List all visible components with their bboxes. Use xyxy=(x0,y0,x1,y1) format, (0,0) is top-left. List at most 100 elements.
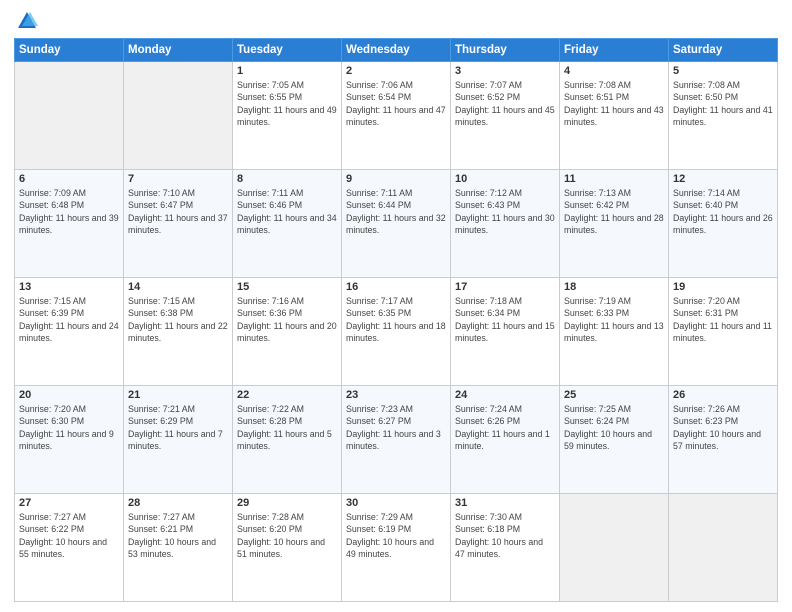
day-info: Sunrise: 7:20 AM Sunset: 6:31 PM Dayligh… xyxy=(673,295,773,344)
day-info: Sunrise: 7:29 AM Sunset: 6:19 PM Dayligh… xyxy=(346,511,446,560)
day-of-week-header: Thursday xyxy=(451,39,560,62)
day-info: Sunrise: 7:19 AM Sunset: 6:33 PM Dayligh… xyxy=(564,295,664,344)
day-number: 13 xyxy=(19,281,119,293)
calendar-cell: 31 Sunrise: 7:30 AM Sunset: 6:18 PM Dayli… xyxy=(451,494,560,602)
calendar-cell: 2 Sunrise: 7:06 AM Sunset: 6:54 PM Daylig… xyxy=(342,62,451,170)
calendar-cell: 29 Sunrise: 7:28 AM Sunset: 6:20 PM Dayli… xyxy=(233,494,342,602)
calendar-cell: 19 Sunrise: 7:20 AM Sunset: 6:31 PM Dayli… xyxy=(669,278,778,386)
day-of-week-header: Monday xyxy=(124,39,233,62)
calendar-week-row: 13Sunrise: 7:15 AM Sunset: 6:39 PM Dayli… xyxy=(15,278,778,386)
calendar-cell xyxy=(669,494,778,602)
calendar-cell: 16Sunrise: 7:17 AM Sunset: 6:35 PM Dayli… xyxy=(342,278,451,386)
day-info: Sunrise: 7:26 AM Sunset: 6:23 PM Dayligh… xyxy=(673,403,773,452)
calendar-cell: 9Sunrise: 7:11 AM Sunset: 6:44 PM Daylig… xyxy=(342,170,451,278)
day-number: 21 xyxy=(128,389,228,401)
calendar-week-row: 27 Sunrise: 7:27 AM Sunset: 6:22 PM Dayli… xyxy=(15,494,778,602)
day-info: Sunrise: 7:12 AM Sunset: 6:43 PM Dayligh… xyxy=(455,187,555,236)
day-number: 31 xyxy=(455,497,555,509)
day-number: 12 xyxy=(673,173,773,185)
calendar-cell: 28Sunrise: 7:27 AM Sunset: 6:21 PM Dayli… xyxy=(124,494,233,602)
calendar-cell: 27 Sunrise: 7:27 AM Sunset: 6:22 PM Dayli… xyxy=(15,494,124,602)
logo-icon xyxy=(16,10,38,32)
calendar-cell: 1 Sunrise: 7:05 AM Sunset: 6:55 PM Daylig… xyxy=(233,62,342,170)
day-info: Sunrise: 7:18 AM Sunset: 6:34 PM Dayligh… xyxy=(455,295,555,344)
day-info: Sunrise: 7:16 AM Sunset: 6:36 PM Dayligh… xyxy=(237,295,337,344)
day-info: Sunrise: 7:28 AM Sunset: 6:20 PM Dayligh… xyxy=(237,511,337,560)
day-info: Sunrise: 7:11 AM Sunset: 6:46 PM Dayligh… xyxy=(237,187,337,236)
day-info: Sunrise: 7:08 AM Sunset: 6:50 PM Dayligh… xyxy=(673,79,773,128)
day-number: 19 xyxy=(673,281,773,293)
day-of-week-header: Sunday xyxy=(15,39,124,62)
calendar-cell xyxy=(15,62,124,170)
calendar-cell: 6Sunrise: 7:09 AM Sunset: 6:48 PM Daylig… xyxy=(15,170,124,278)
day-number: 15 xyxy=(237,281,337,293)
day-info: Sunrise: 7:23 AM Sunset: 6:27 PM Dayligh… xyxy=(346,403,446,452)
calendar-header-row: SundayMondayTuesdayWednesdayThursdayFrid… xyxy=(15,39,778,62)
day-number: 26 xyxy=(673,389,773,401)
day-number: 8 xyxy=(237,173,337,185)
page: SundayMondayTuesdayWednesdayThursdayFrid… xyxy=(0,0,792,612)
day-number: 20 xyxy=(19,389,119,401)
calendar-cell: 23 Sunrise: 7:23 AM Sunset: 6:27 PM Dayli… xyxy=(342,386,451,494)
calendar-cell: 26 Sunrise: 7:26 AM Sunset: 6:23 PM Dayli… xyxy=(669,386,778,494)
calendar-cell: 15 Sunrise: 7:16 AM Sunset: 6:36 PM Dayli… xyxy=(233,278,342,386)
day-number: 10 xyxy=(455,173,555,185)
day-number: 22 xyxy=(237,389,337,401)
day-number: 2 xyxy=(346,65,446,77)
calendar-table: SundayMondayTuesdayWednesdayThursdayFrid… xyxy=(14,38,778,602)
calendar-week-row: 1 Sunrise: 7:05 AM Sunset: 6:55 PM Daylig… xyxy=(15,62,778,170)
calendar-cell: 13Sunrise: 7:15 AM Sunset: 6:39 PM Dayli… xyxy=(15,278,124,386)
calendar-cell: 3Sunrise: 7:07 AM Sunset: 6:52 PM Daylig… xyxy=(451,62,560,170)
calendar-cell: 22Sunrise: 7:22 AM Sunset: 6:28 PM Dayli… xyxy=(233,386,342,494)
calendar-cell: 21 Sunrise: 7:21 AM Sunset: 6:29 PM Dayli… xyxy=(124,386,233,494)
calendar-cell: 4 Sunrise: 7:08 AM Sunset: 6:51 PM Daylig… xyxy=(560,62,669,170)
day-number: 29 xyxy=(237,497,337,509)
day-info: Sunrise: 7:06 AM Sunset: 6:54 PM Dayligh… xyxy=(346,79,446,128)
calendar-cell: 7 Sunrise: 7:10 AM Sunset: 6:47 PM Daylig… xyxy=(124,170,233,278)
day-info: Sunrise: 7:07 AM Sunset: 6:52 PM Dayligh… xyxy=(455,79,555,128)
calendar-cell: 8 Sunrise: 7:11 AM Sunset: 6:46 PM Daylig… xyxy=(233,170,342,278)
logo xyxy=(14,10,38,32)
day-info: Sunrise: 7:27 AM Sunset: 6:22 PM Dayligh… xyxy=(19,511,119,560)
day-info: Sunrise: 7:24 AM Sunset: 6:26 PM Dayligh… xyxy=(455,403,555,452)
day-number: 16 xyxy=(346,281,446,293)
day-number: 1 xyxy=(237,65,337,77)
day-info: Sunrise: 7:13 AM Sunset: 6:42 PM Dayligh… xyxy=(564,187,664,236)
calendar-week-row: 20 Sunrise: 7:20 AM Sunset: 6:30 PM Dayli… xyxy=(15,386,778,494)
calendar-week-row: 6Sunrise: 7:09 AM Sunset: 6:48 PM Daylig… xyxy=(15,170,778,278)
day-of-week-header: Saturday xyxy=(669,39,778,62)
day-number: 23 xyxy=(346,389,446,401)
calendar-cell: 18Sunrise: 7:19 AM Sunset: 6:33 PM Dayli… xyxy=(560,278,669,386)
day-info: Sunrise: 7:20 AM Sunset: 6:30 PM Dayligh… xyxy=(19,403,119,452)
day-number: 5 xyxy=(673,65,773,77)
day-info: Sunrise: 7:21 AM Sunset: 6:29 PM Dayligh… xyxy=(128,403,228,452)
day-number: 27 xyxy=(19,497,119,509)
day-number: 30 xyxy=(346,497,446,509)
day-number: 17 xyxy=(455,281,555,293)
day-info: Sunrise: 7:10 AM Sunset: 6:47 PM Dayligh… xyxy=(128,187,228,236)
calendar-cell: 24 Sunrise: 7:24 AM Sunset: 6:26 PM Dayli… xyxy=(451,386,560,494)
day-info: Sunrise: 7:08 AM Sunset: 6:51 PM Dayligh… xyxy=(564,79,664,128)
day-info: Sunrise: 7:27 AM Sunset: 6:21 PM Dayligh… xyxy=(128,511,228,560)
calendar-cell: 20 Sunrise: 7:20 AM Sunset: 6:30 PM Dayli… xyxy=(15,386,124,494)
day-of-week-header: Wednesday xyxy=(342,39,451,62)
calendar-cell: 25 Sunrise: 7:25 AM Sunset: 6:24 PM Dayli… xyxy=(560,386,669,494)
day-info: Sunrise: 7:05 AM Sunset: 6:55 PM Dayligh… xyxy=(237,79,337,128)
day-info: Sunrise: 7:14 AM Sunset: 6:40 PM Dayligh… xyxy=(673,187,773,236)
calendar-cell: 30 Sunrise: 7:29 AM Sunset: 6:19 PM Dayli… xyxy=(342,494,451,602)
calendar-cell xyxy=(560,494,669,602)
header xyxy=(14,10,778,32)
calendar-cell: 10 Sunrise: 7:12 AM Sunset: 6:43 PM Dayli… xyxy=(451,170,560,278)
day-number: 11 xyxy=(564,173,664,185)
day-info: Sunrise: 7:30 AM Sunset: 6:18 PM Dayligh… xyxy=(455,511,555,560)
calendar-cell: 11 Sunrise: 7:13 AM Sunset: 6:42 PM Dayli… xyxy=(560,170,669,278)
day-number: 24 xyxy=(455,389,555,401)
day-of-week-header: Tuesday xyxy=(233,39,342,62)
day-number: 6 xyxy=(19,173,119,185)
calendar-cell: 14Sunrise: 7:15 AM Sunset: 6:38 PM Dayli… xyxy=(124,278,233,386)
day-info: Sunrise: 7:25 AM Sunset: 6:24 PM Dayligh… xyxy=(564,403,664,452)
day-number: 9 xyxy=(346,173,446,185)
day-number: 7 xyxy=(128,173,228,185)
day-number: 4 xyxy=(564,65,664,77)
day-number: 25 xyxy=(564,389,664,401)
